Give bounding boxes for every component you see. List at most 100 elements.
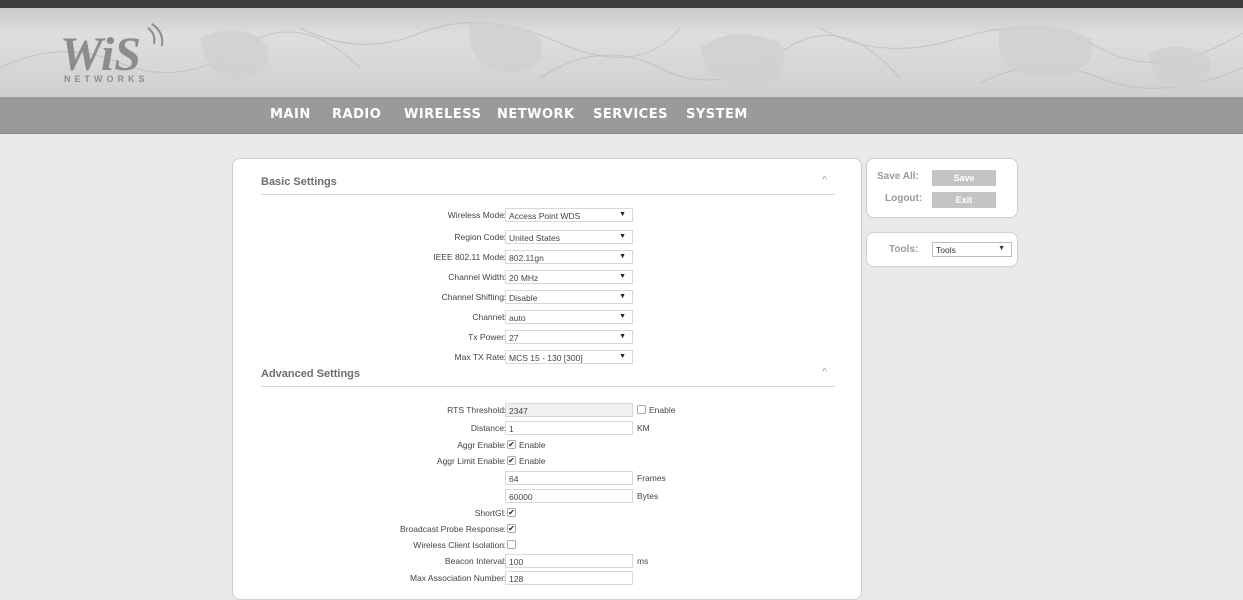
logo-tagline: NETWORKS: [64, 74, 149, 84]
channel-width-select[interactable]: 20 MHz ▼: [505, 270, 633, 284]
dropdown-arrow-icon: ▼: [619, 353, 626, 360]
tx-power-row: Tx Power: 27▼: [233, 329, 861, 346]
broadcast-probe-row: Broadcast Probe Response: ✔: [400, 524, 516, 534]
max-association-input[interactable]: 128: [505, 571, 633, 585]
save-button[interactable]: Save: [932, 170, 996, 186]
save-panel: Save All: Save Logout: Exit: [866, 158, 1018, 218]
field-label: Region Code: [454, 232, 504, 242]
nav-network[interactable]: NETWORK: [497, 107, 575, 122]
field-label: Max TX Rate: [454, 352, 504, 362]
nav-radio[interactable]: RADIO: [332, 107, 381, 122]
aggr-limit-enable-checkbox-label: Enable: [519, 456, 546, 466]
field-label: Channel Width: [448, 272, 504, 282]
distance-input[interactable]: 1: [505, 421, 633, 435]
select-value: Tools: [936, 245, 956, 255]
collapse-caret-icon[interactable]: ^: [822, 175, 827, 186]
logout-label: Logout:: [885, 193, 923, 204]
dropdown-arrow-icon: ▼: [619, 313, 626, 320]
select-value: auto: [509, 313, 526, 323]
input-value: 128: [509, 574, 524, 584]
aggr-enable-checkbox-label: Enable: [519, 440, 546, 450]
basic-settings-title: Basic Settings: [261, 176, 337, 188]
aggr-limit-enable-row: Aggr Limit Enable: ✔ Enable: [436, 456, 546, 466]
nav-wireless[interactable]: WIRELESS: [404, 107, 481, 122]
max-association-row: Max Association Number: 128: [233, 570, 861, 587]
wireless-mode-select[interactable]: Access Point WDS ▼: [505, 208, 633, 222]
select-value: Disable: [509, 293, 538, 303]
channel-width-row: Channel Width: 20 MHz▼: [233, 269, 861, 286]
wis-logo: WiS: [60, 23, 164, 81]
rts-threshold-row: RTS Threshold: 2347 Enable: [233, 402, 861, 419]
dropdown-arrow-icon: ▼: [619, 273, 626, 280]
exit-button[interactable]: Exit: [932, 192, 996, 208]
select-value: Access Point WDS: [509, 211, 581, 221]
aggr-enable-checkbox[interactable]: ✔: [507, 440, 516, 449]
client-isolation-checkbox[interactable]: [507, 540, 516, 549]
tx-power-select[interactable]: 27 ▼: [505, 330, 633, 344]
field-label: Aggr Enable: [457, 440, 504, 450]
basic-settings-header[interactable]: Basic Settings ^: [261, 175, 835, 195]
field-label: Aggr Limit Enable: [436, 456, 504, 466]
client-isolation-row: Wireless Client Isolation:: [233, 537, 861, 554]
rts-threshold-input[interactable]: 2347: [505, 403, 633, 417]
collapse-caret-icon[interactable]: ^: [822, 367, 827, 378]
channel-select[interactable]: auto ▼: [505, 310, 633, 324]
input-value: 2347: [509, 406, 528, 416]
field-label: Wireless Mode: [447, 210, 504, 220]
field-label: RTS Threshold: [447, 405, 504, 415]
channel-shifting-select[interactable]: Disable ▼: [505, 290, 633, 304]
bytes-unit: Bytes: [637, 491, 659, 501]
nav-main[interactable]: MAIN: [270, 107, 311, 122]
channel-shifting-row: Channel Shifting: Disable▼: [233, 289, 861, 306]
select-value: 20 MHz: [509, 273, 539, 283]
header-banner: WiS NETWORKS: [0, 0, 1243, 97]
frames-input[interactable]: 64: [505, 471, 633, 485]
field-label: Tx Power: [468, 332, 504, 342]
main-nav: MAIN RADIO WIRELESS NETWORK SERVICES SYS…: [0, 97, 1243, 134]
broadcast-probe-checkbox[interactable]: ✔: [507, 524, 516, 533]
advanced-settings-header[interactable]: Advanced Settings ^: [261, 367, 835, 387]
frames-unit: Frames: [637, 473, 666, 483]
max-tx-rate-select[interactable]: MCS 15 - 130 [300] ▼: [505, 350, 633, 364]
field-label: Channel Shifting: [441, 292, 504, 302]
select-value: MCS 15 - 130 [300]: [509, 353, 583, 363]
aggr-enable-row: Aggr Enable: ✔ Enable: [457, 440, 546, 450]
tools-select[interactable]: Tools ▼: [932, 242, 1012, 257]
frames-row: 64 Frames: [233, 470, 861, 487]
field-label: Distance: [470, 423, 504, 433]
select-value: United States: [509, 233, 561, 243]
settings-panel: Basic Settings ^ Wireless Mode: Access P…: [232, 158, 862, 600]
short-gi-checkbox[interactable]: ✔: [507, 508, 516, 517]
field-label: IEEE 802.11 Mode: [433, 252, 504, 262]
aggr-limit-enable-checkbox[interactable]: ✔: [507, 456, 516, 465]
ieee-mode-select[interactable]: 802.11gn ▼: [505, 250, 633, 264]
region-code-select[interactable]: United States ▼: [505, 230, 633, 244]
input-value: 100: [509, 557, 524, 567]
wireless-mode-row: Wireless Mode: Access Point WDS▼: [233, 207, 861, 224]
dropdown-arrow-icon: ▼: [998, 245, 1005, 252]
region-code-row: Region Code: United States▼: [233, 229, 861, 246]
field-label: Wireless Client Isolation: [413, 540, 504, 550]
max-tx-rate-row: Max TX Rate: MCS 15 - 130 [300]▼: [233, 349, 861, 366]
nav-system[interactable]: SYSTEM: [686, 107, 748, 122]
beacon-interval-input[interactable]: 100: [505, 554, 633, 568]
dropdown-arrow-icon: ▼: [619, 233, 626, 240]
save-all-label: Save All:: [877, 171, 919, 182]
rts-enable-checkbox[interactable]: [637, 405, 646, 414]
channel-row: Channel: auto▼: [233, 309, 861, 326]
beacon-interval-row: Beacon Interval: 100 ms: [233, 553, 861, 570]
nav-services[interactable]: SERVICES: [593, 107, 668, 122]
bytes-input[interactable]: 60000: [505, 489, 633, 503]
advanced-settings-title: Advanced Settings: [261, 368, 361, 380]
input-value: 64: [509, 474, 519, 484]
beacon-unit: ms: [637, 556, 649, 566]
dropdown-arrow-icon: ▼: [619, 293, 626, 300]
field-label: Max Association Number: [409, 573, 504, 583]
select-value: 27: [509, 333, 519, 343]
dropdown-arrow-icon: ▼: [619, 253, 626, 260]
field-label: Broadcast Probe Response: [400, 524, 504, 534]
distance-unit: KM: [637, 423, 650, 433]
tools-panel: Tools: Tools ▼: [866, 232, 1018, 267]
rts-enable-label: Enable: [649, 405, 676, 415]
select-value: 802.11gn: [509, 253, 544, 263]
